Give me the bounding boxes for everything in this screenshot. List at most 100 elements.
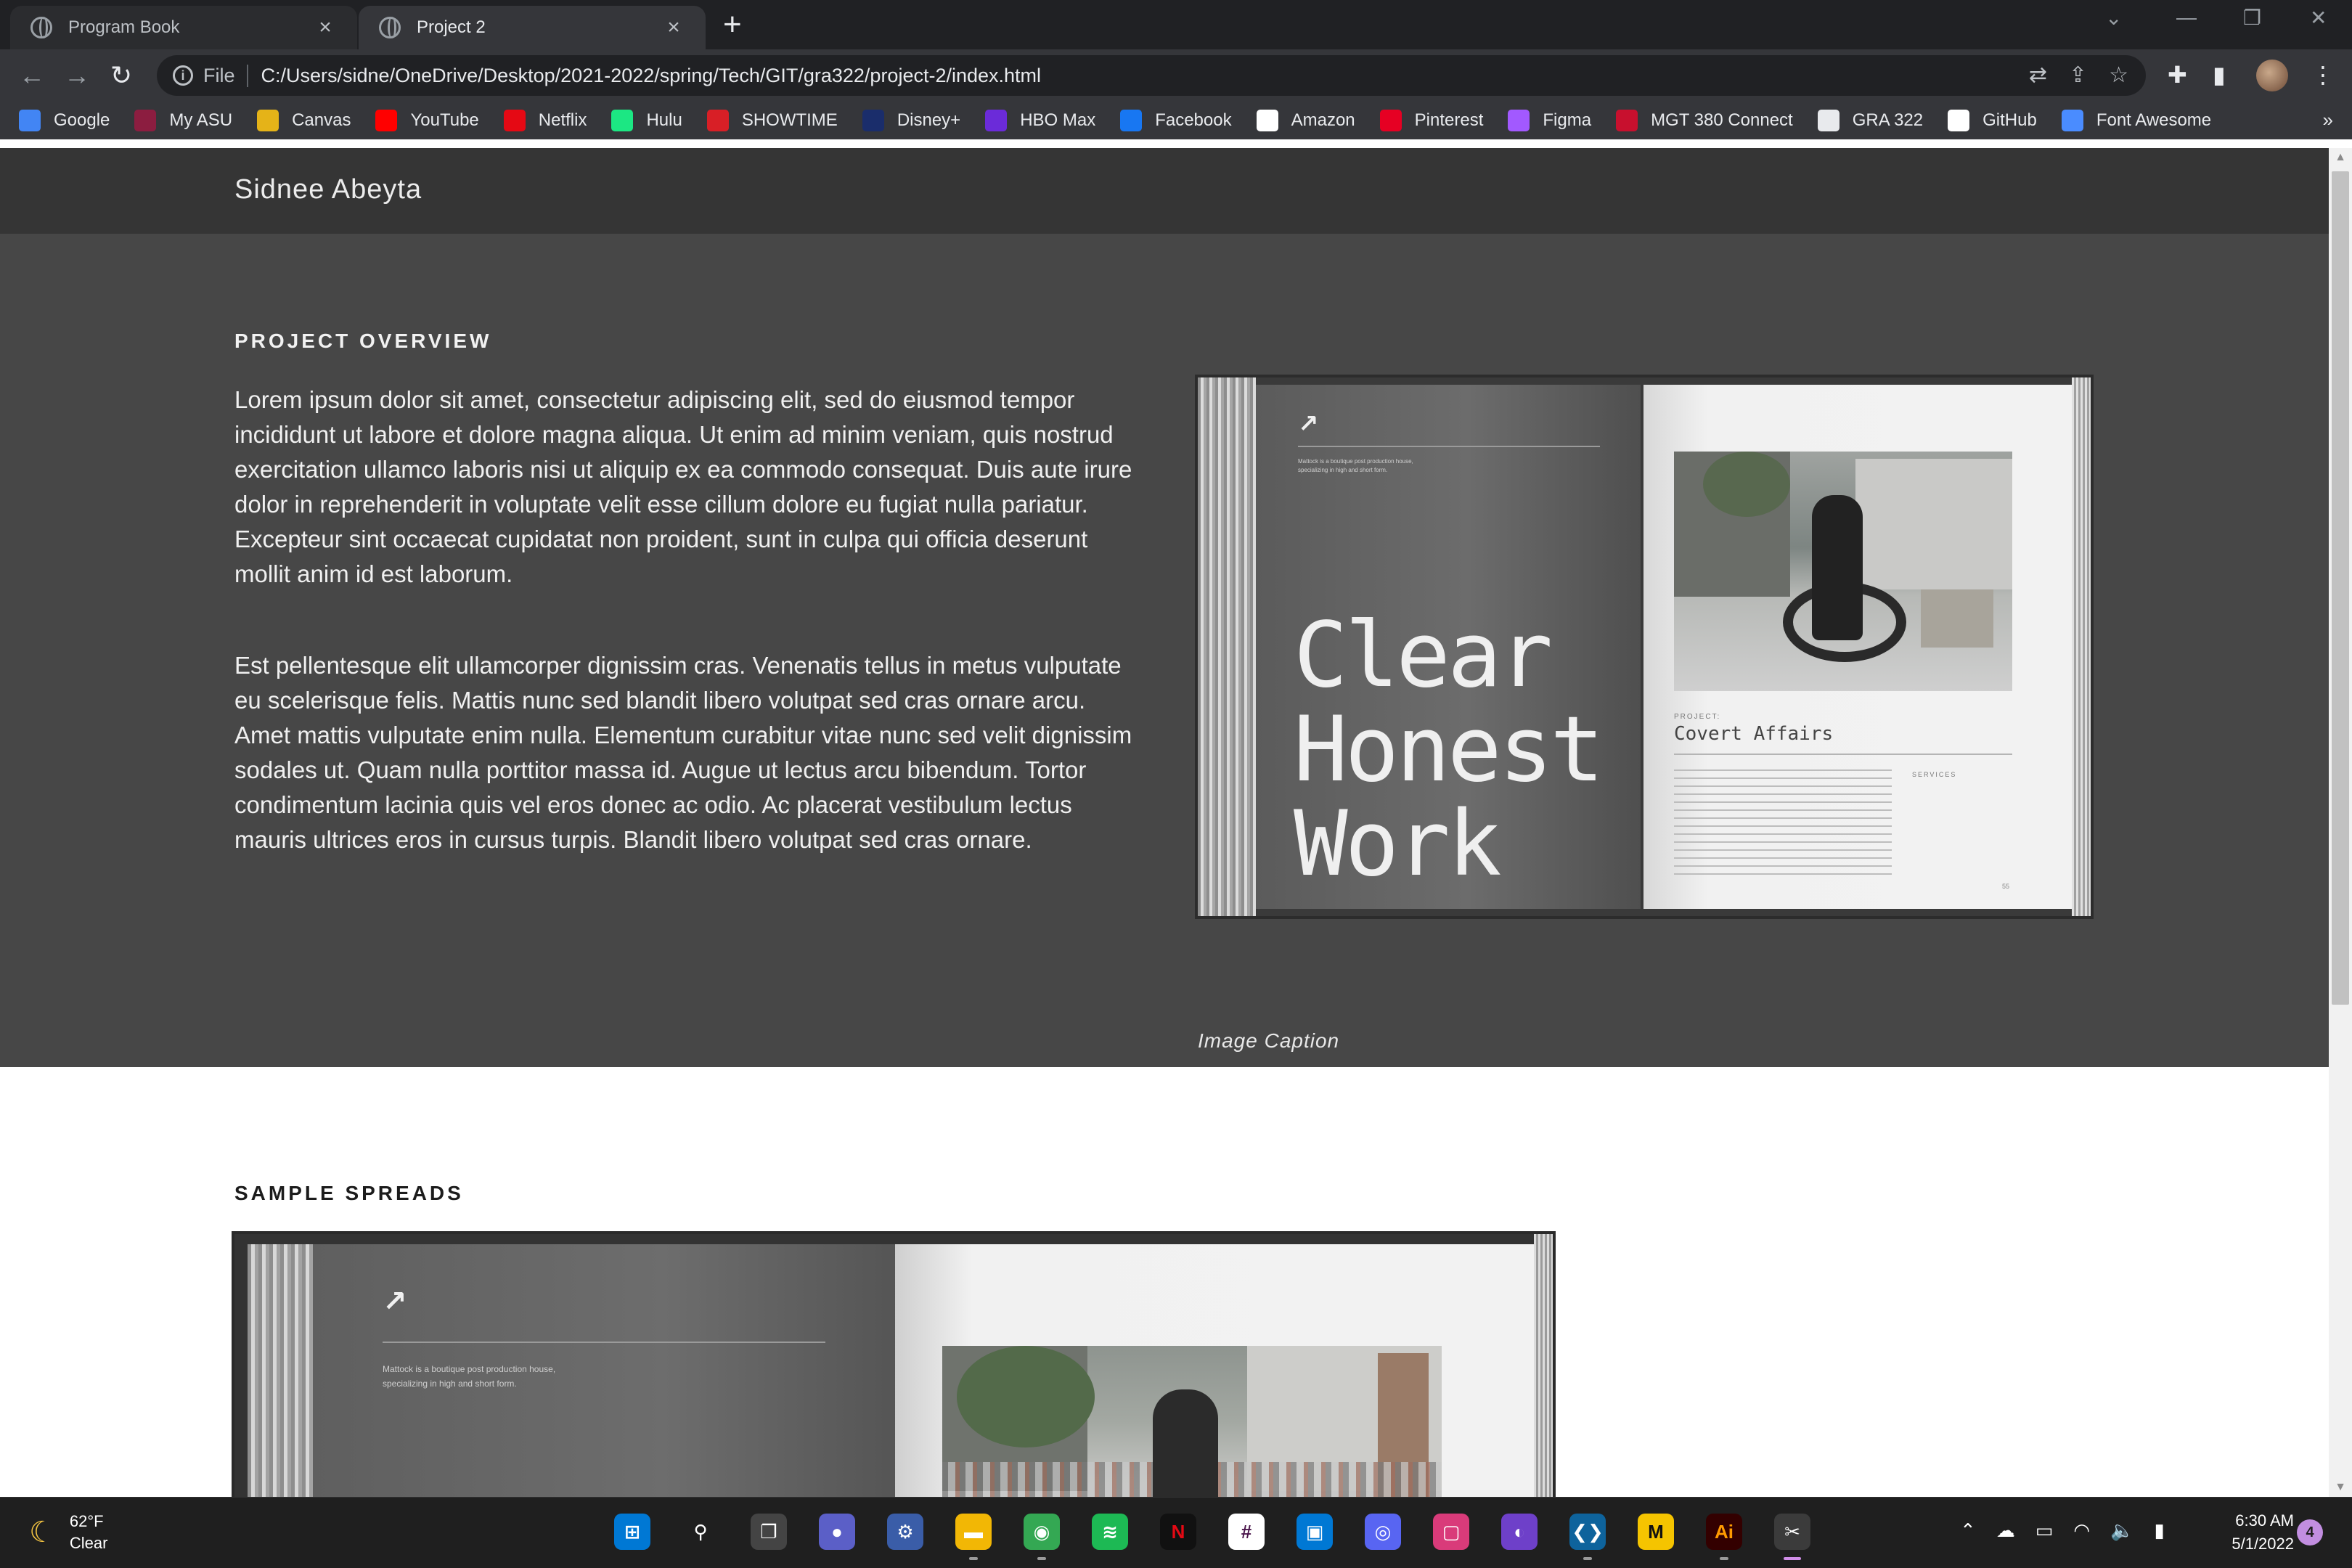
search-icon[interactable]: ⚲ [682, 1514, 719, 1550]
bookmark-label: Disney+ [897, 110, 961, 130]
miro-icon[interactable]: M [1638, 1514, 1674, 1550]
bookmark-item[interactable]: Hulu [611, 110, 682, 131]
facebook-icon [1120, 110, 1143, 131]
bookmark-item[interactable]: My ASU [134, 110, 232, 131]
bookmark-item[interactable]: GRA 322 [1817, 110, 1923, 131]
bookmark-item[interactable]: Netflix [503, 110, 587, 131]
github-desktop-icon[interactable]: ◐ [1501, 1514, 1538, 1550]
star-icon[interactable]: ☆ [2109, 62, 2128, 88]
start-icon[interactable]: ⊞ [614, 1514, 650, 1550]
url-text[interactable]: C:/Users/sidne/OneDrive/Desktop/2021-202… [261, 65, 1042, 87]
site-name[interactable]: Sidnee Abeyta [234, 174, 422, 205]
close-icon[interactable]: × [314, 15, 337, 40]
file-explorer-icon[interactable]: ▬ [955, 1514, 992, 1560]
back-button[interactable]: ← [19, 60, 45, 91]
tab-program-book[interactable]: Program Book × [10, 6, 357, 49]
bookmark-label: Hulu [646, 110, 682, 130]
bookmark-item[interactable]: Disney+ [862, 110, 960, 131]
bookmark-item[interactable]: Amazon [1256, 110, 1355, 131]
settings-icon[interactable]: ⚙ [887, 1514, 923, 1550]
wifi-icon[interactable]: ◠ [2073, 1519, 2090, 1542]
bookmark-label: Font Awesome [2096, 110, 2212, 130]
connect-icon [1616, 110, 1638, 131]
site-header: Sidnee Abeyta [0, 148, 2329, 234]
chat-icon[interactable]: ● [819, 1514, 855, 1550]
bookmark-item[interactable]: Canvas [257, 110, 351, 131]
pinterest-icon [1379, 110, 1402, 131]
bookmark-item[interactable]: Figma [1508, 110, 1591, 131]
vscode-icon[interactable]: ❮❯ [1569, 1514, 1606, 1560]
store-icon[interactable]: ▣ [1297, 1514, 1333, 1550]
share-icon[interactable]: ⇪ [2069, 62, 2087, 88]
page-icon [1817, 110, 1839, 131]
slack-icon[interactable]: # [1228, 1514, 1265, 1550]
book-page-edges [1534, 1234, 1553, 1497]
chrome-icon[interactable]: ◉ [1024, 1514, 1060, 1560]
disney-icon [862, 110, 884, 131]
new-tab-button[interactable]: + [723, 9, 742, 41]
clock-time: 6:30 AM [2235, 1511, 2294, 1530]
side-panel-icon[interactable]: ▮ [2213, 61, 2226, 89]
bookmark-item[interactable]: GitHub [1948, 110, 2037, 131]
showtime-icon [706, 110, 729, 131]
bookmark-item[interactable]: SHOWTIME [706, 110, 838, 131]
scroll-up-arrow-icon[interactable]: ▲ [2329, 151, 2352, 164]
globe-icon [379, 17, 401, 38]
scrollbar-thumb[interactable] [2332, 171, 2349, 1005]
bookmark-item[interactable]: Font Awesome [2061, 110, 2212, 131]
bookmark-item[interactable]: HBO Max [985, 110, 1095, 131]
close-window-button[interactable]: ✕ [2310, 6, 2327, 30]
bookmark-label: Google [54, 110, 110, 130]
image-caption: Image Caption [1198, 1029, 1340, 1052]
spread-image: ↗ Mattock is a boutique post production … [234, 1234, 1553, 1497]
forward-button[interactable]: → [64, 60, 90, 91]
tab-search-icon[interactable]: ⌄ [2105, 6, 2122, 30]
netflix-icon[interactable]: N [1160, 1514, 1196, 1550]
discord-icon[interactable]: ◎ [1365, 1514, 1401, 1550]
reload-button[interactable]: ↻ [110, 60, 132, 91]
onedrive-icon[interactable]: ☁ [1996, 1519, 2015, 1542]
taskbar-apps: ⊞ ⚲ ❐ ● ⚙ ▬ ◉ ≋ N # ▣ ◎ ▢ ◐ ❮❯ M Ai ✂ [614, 1514, 1810, 1560]
page-scrollbar[interactable]: ▲ ▼ [2329, 148, 2352, 1497]
close-icon[interactable]: × [662, 15, 685, 40]
overview-paragraph: Lorem ipsum dolor sit amet, consectetur … [234, 386, 1132, 587]
spotify-icon[interactable]: ≋ [1092, 1514, 1128, 1550]
scheme-label: File [203, 64, 248, 87]
photos-icon[interactable]: ▢ [1433, 1514, 1469, 1550]
volume-icon[interactable]: 🔈 [2110, 1519, 2133, 1542]
snipping-tool-icon[interactable]: ✂ [1774, 1514, 1810, 1560]
weather-widget[interactable]: ☾ 62°F Clear [29, 1511, 107, 1554]
spreads-heading: SAMPLE SPREADS [234, 1182, 464, 1204]
book-left-page: ↗ Mattock is a boutique post production … [1256, 385, 1641, 909]
bookmark-item[interactable]: Facebook [1120, 110, 1232, 131]
clock[interactable]: 6:30 AM 5/1/2022 [2210, 1509, 2294, 1556]
info-icon[interactable]: i [173, 65, 193, 86]
display-icon[interactable]: ▭ [2035, 1519, 2054, 1542]
address-bar[interactable]: i File C:/Users/sidne/OneDrive/Desktop/2… [157, 55, 2146, 96]
left-page-blurb: Mattock is a boutique post production ho… [1298, 458, 1413, 473]
extensions-icon[interactable]: ✚ [2168, 61, 2187, 89]
restore-button[interactable]: ❐ [2243, 6, 2261, 30]
notification-badge[interactable]: 4 [2297, 1519, 2323, 1545]
translate-icon[interactable]: ⇄ [2029, 62, 2047, 88]
bookmark-label: Netflix [538, 110, 587, 130]
minimize-button[interactable]: — [2176, 6, 2197, 29]
bookmark-item[interactable]: MGT 380 Connect [1616, 110, 1793, 131]
browser-toolbar: ← → ↻ i File C:/Users/sidne/OneDrive/Des… [0, 49, 2352, 102]
scroll-down-arrow-icon[interactable]: ▼ [2329, 1481, 2352, 1494]
project-label: PROJECT: [1674, 713, 1721, 721]
chevron-up-icon[interactable]: ⌃ [1960, 1519, 1976, 1542]
illustrator-icon[interactable]: Ai [1706, 1514, 1742, 1560]
menu-icon[interactable]: ⋮ [2311, 61, 2335, 89]
task-view-icon[interactable]: ❐ [751, 1514, 787, 1550]
motorcycle-photo [942, 1346, 1442, 1497]
battery-icon[interactable]: ▮ [2154, 1519, 2164, 1542]
bookmarks-overflow-icon[interactable]: » [2323, 109, 2333, 131]
body-copy-lines [1674, 769, 1892, 878]
book-page-edges [1198, 377, 1256, 916]
tab-project-2[interactable]: Project 2 × [359, 6, 706, 49]
bookmark-item[interactable]: YouTube [375, 110, 479, 131]
profile-avatar[interactable] [2256, 60, 2288, 91]
bookmark-item[interactable]: Google [19, 110, 110, 131]
bookmark-item[interactable]: Pinterest [1379, 110, 1483, 131]
